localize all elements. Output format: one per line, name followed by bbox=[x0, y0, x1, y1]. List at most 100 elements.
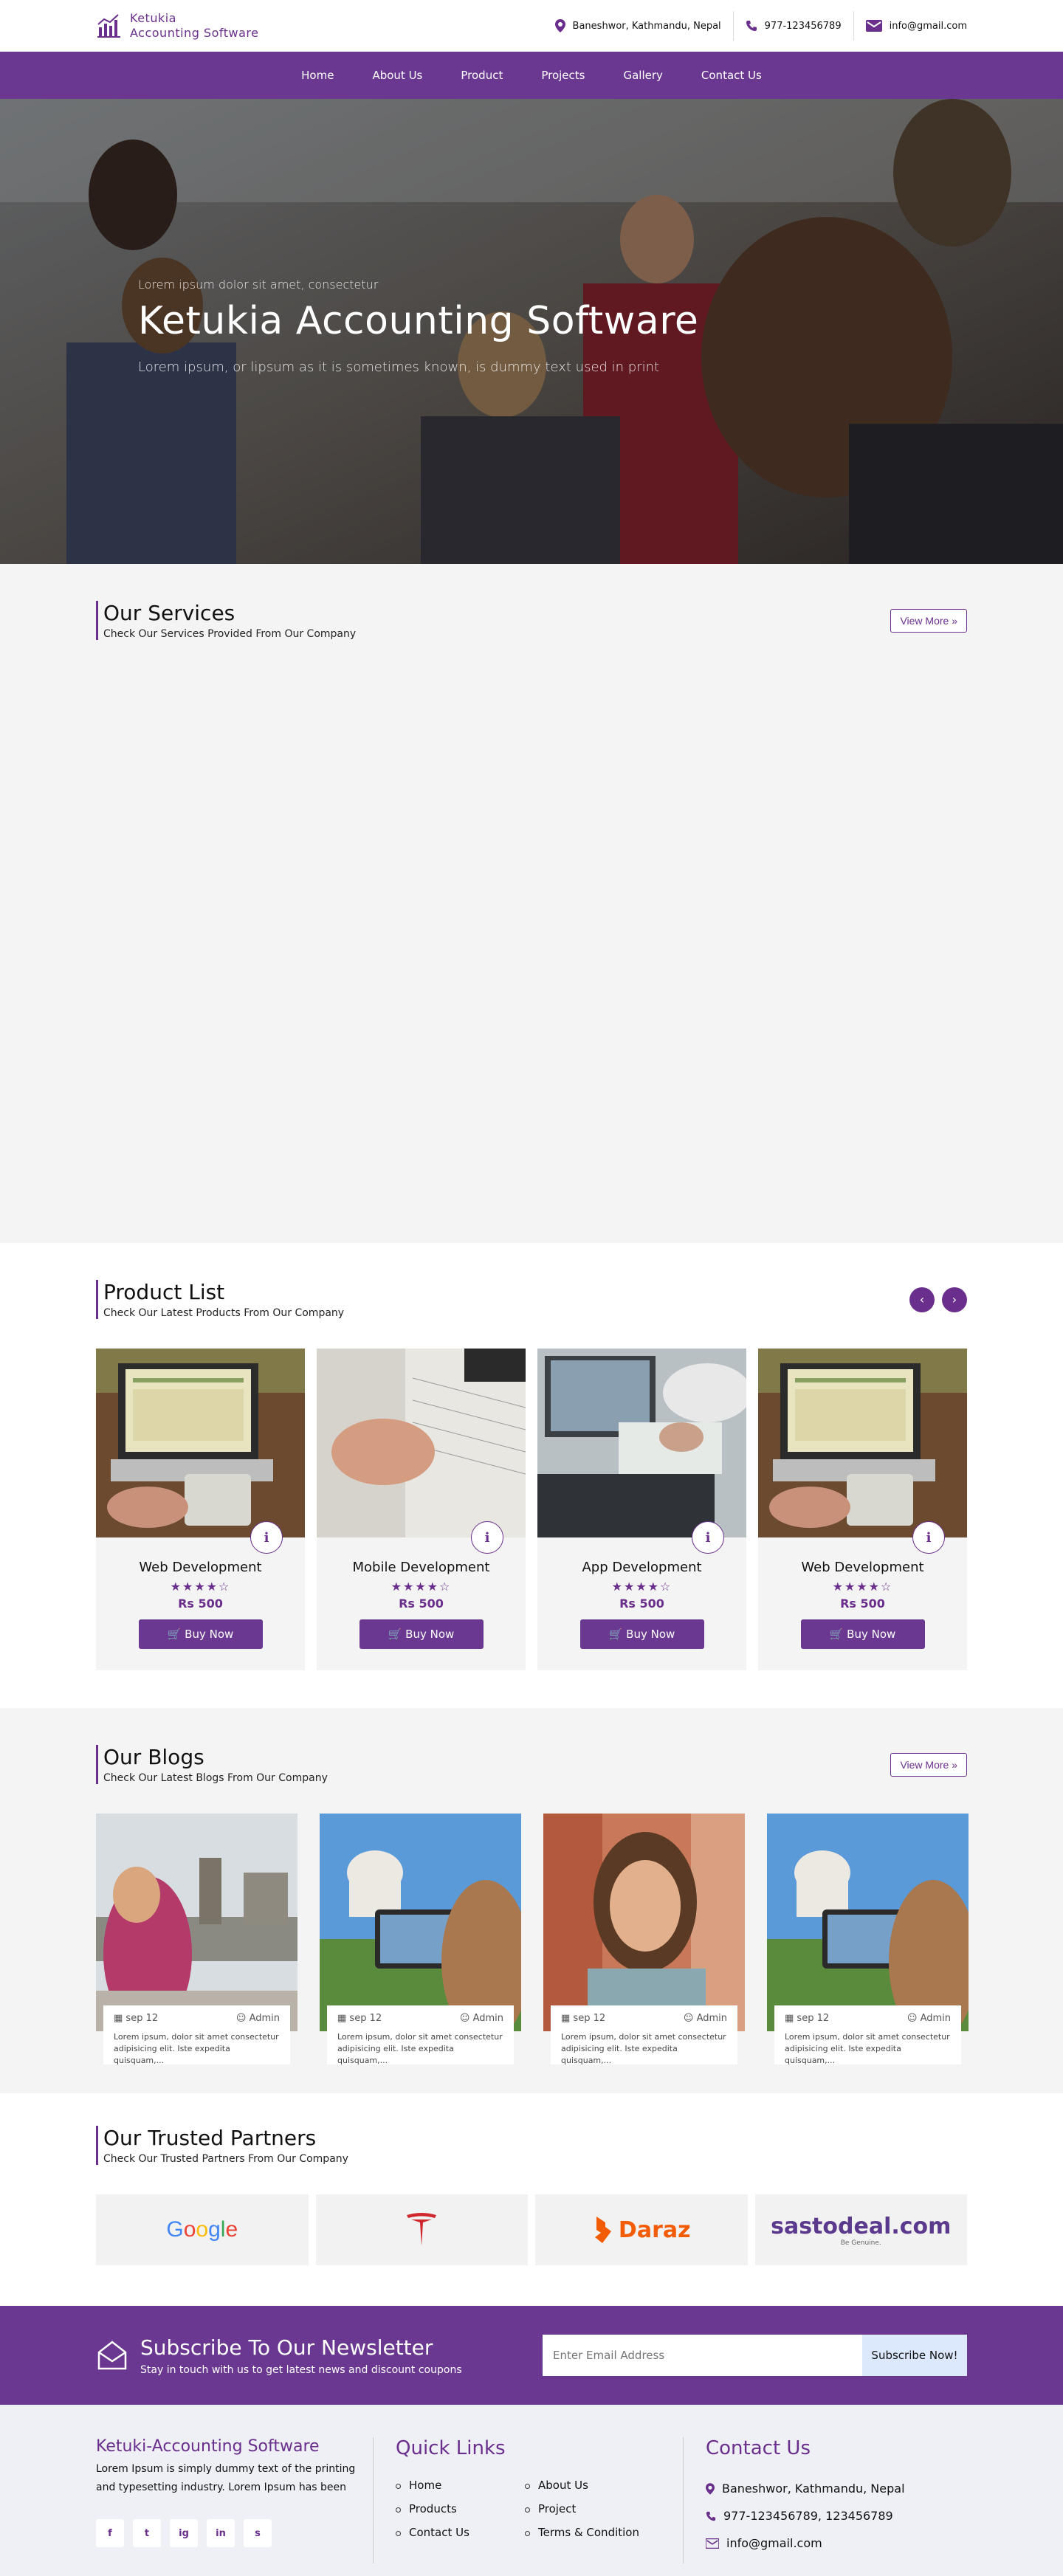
blog-info: ▦ sep 12 ☺ Admin Lorem ipsum, dolor sit … bbox=[551, 2005, 737, 2065]
footer-email[interactable]: info@gmail.com bbox=[706, 2536, 967, 2550]
blog-date: ▦ sep 12 bbox=[561, 2013, 605, 2024]
buy-now-label: Buy Now bbox=[405, 1628, 455, 1641]
brand-name-line2: Accounting Software bbox=[130, 26, 259, 40]
buy-now-label: Buy Now bbox=[626, 1628, 675, 1641]
top-phone[interactable]: 977-123456789 bbox=[732, 11, 853, 41]
blog-card[interactable]: ▦ sep 12 ☺ Admin Lorem ipsum, dolor sit … bbox=[543, 1814, 745, 2065]
top-phone-text: 977-123456789 bbox=[764, 20, 842, 32]
nav-product[interactable]: Product bbox=[441, 69, 522, 82]
chevron-left-icon: ‹ bbox=[919, 1292, 925, 1306]
brand-name-line1: Ketukia bbox=[130, 11, 176, 25]
cart-icon: 🛒 bbox=[608, 1628, 627, 1641]
buy-now-button[interactable]: 🛒 Buy Now bbox=[359, 1619, 484, 1649]
top-email[interactable]: info@gmail.com bbox=[853, 11, 967, 41]
product-info-button[interactable]: i bbox=[692, 1521, 724, 1554]
product-card: i Web Development ★★★★☆ Rs 500 🛒 Buy Now bbox=[96, 1349, 305, 1670]
blog-info: ▦ sep 12 ☺ Admin Lorem ipsum, dolor sit … bbox=[774, 2005, 961, 2065]
nav-home[interactable]: Home bbox=[282, 69, 353, 82]
instagram-icon[interactable]: ig bbox=[170, 2519, 198, 2547]
newsletter-email-input[interactable] bbox=[543, 2335, 862, 2376]
services-view-more-button[interactable]: View More » bbox=[890, 608, 967, 633]
subscribe-button[interactable]: Subscribe Now! bbox=[862, 2335, 967, 2376]
footer-link-products[interactable]: Products bbox=[396, 2502, 525, 2515]
buy-now-button[interactable]: 🛒 Buy Now bbox=[138, 1619, 263, 1649]
calendar-icon: ▦ bbox=[337, 2013, 350, 2024]
top-contacts: Baneshwor, Kathmandu, Nepal 977-12345678… bbox=[543, 11, 967, 41]
footer-link-terms[interactable]: Terms & Condition bbox=[525, 2526, 654, 2539]
carousel-next-button[interactable]: › bbox=[942, 1287, 967, 1312]
nav-projects[interactable]: Projects bbox=[522, 69, 604, 82]
buy-now-button[interactable]: 🛒 Buy Now bbox=[579, 1619, 704, 1649]
brand-logo[interactable]: Ketukia Accounting Software bbox=[96, 11, 258, 41]
footer-link-about-us[interactable]: About Us bbox=[525, 2479, 654, 2492]
product-price: Rs 500 bbox=[840, 1597, 885, 1611]
info-icon: i bbox=[705, 1529, 711, 1546]
partners-section: Our Trusted Partners Check Our Trusted P… bbox=[0, 2093, 1063, 2306]
nav-contact-us[interactable]: Contact Us bbox=[682, 69, 781, 82]
blog-author-text: Admin bbox=[696, 2013, 727, 2024]
linkedin-icon[interactable]: in bbox=[207, 2519, 235, 2547]
footer-brand: Ketuki-Accounting Software bbox=[96, 2437, 320, 2456]
product-info-button[interactable]: i bbox=[471, 1521, 503, 1554]
newsletter-form: Subscribe Now! bbox=[543, 2335, 967, 2376]
product-price: Rs 500 bbox=[399, 1597, 444, 1611]
footer-link-home[interactable]: Home bbox=[396, 2479, 525, 2492]
user-icon: ☺ bbox=[907, 2013, 921, 2024]
partner-google[interactable]: Google bbox=[96, 2194, 309, 2265]
partner-sastodeal[interactable]: sastodeal.com Be Genuine. bbox=[754, 2194, 967, 2265]
services-subtitle: Check Our Services Provided From Our Com… bbox=[103, 628, 357, 640]
quick-links-title: Quick Links bbox=[396, 2437, 506, 2459]
products-subtitle: Check Our Latest Products From Our Compa… bbox=[103, 1307, 345, 1319]
nav-about-us[interactable]: About Us bbox=[353, 69, 441, 82]
footer-link-contact-us[interactable]: Contact Us bbox=[396, 2526, 525, 2539]
blogs-heading: Our Blogs Check Our Latest Blogs From Ou… bbox=[96, 1745, 328, 1784]
footer: Ketuki-Accounting Software Lorem Ipsum i… bbox=[0, 2405, 1063, 2576]
products-title: Product List bbox=[103, 1280, 225, 1304]
blog-author-text: Admin bbox=[920, 2013, 951, 2024]
footer-quick-links: Quick Links Home About Us Products Proje… bbox=[373, 2437, 683, 2563]
footer-link-project[interactable]: Project bbox=[525, 2502, 654, 2515]
top-address-text: Baneshwor, Kathmandu, Nepal bbox=[572, 20, 721, 32]
product-card: i Mobile Development ★★★★☆ Rs 500 🛒 Buy … bbox=[317, 1349, 526, 1670]
blog-date-text: sep 12 bbox=[573, 2013, 606, 2024]
info-icon: i bbox=[926, 1529, 932, 1546]
partner-logos: Google Daraz sastodeal.com Be Genuine. bbox=[96, 2194, 967, 2265]
product-name: App Development bbox=[582, 1560, 702, 1575]
product-info-button[interactable]: i bbox=[912, 1521, 945, 1554]
blog-excerpt: Lorem ipsum, dolor sit amet consectetur … bbox=[114, 2032, 279, 2065]
product-image bbox=[317, 1349, 526, 1537]
partner-tesla[interactable] bbox=[315, 2194, 528, 2265]
daraz-logo-text: Daraz bbox=[618, 2217, 691, 2243]
envelope-icon bbox=[865, 20, 882, 32]
product-info-button[interactable]: i bbox=[250, 1521, 283, 1554]
buy-now-button[interactable]: 🛒 Buy Now bbox=[800, 1619, 925, 1649]
buy-now-label: Buy Now bbox=[185, 1628, 234, 1641]
sastodeal-logo-text: sastodeal.com bbox=[771, 2213, 952, 2239]
map-pin-icon bbox=[554, 19, 565, 32]
cart-icon: 🛒 bbox=[829, 1628, 847, 1641]
carousel-prev-button[interactable]: ‹ bbox=[909, 1287, 935, 1312]
twitter-icon[interactable]: t bbox=[133, 2519, 161, 2547]
top-email-text: info@gmail.com bbox=[889, 20, 967, 32]
blogs-view-more-button[interactable]: View More » bbox=[890, 1752, 967, 1777]
nav-gallery[interactable]: Gallery bbox=[604, 69, 681, 82]
blog-card[interactable]: ▦ sep 12 ☺ Admin Lorem ipsum, dolor sit … bbox=[767, 1814, 977, 2065]
partner-daraz[interactable]: Daraz bbox=[535, 2194, 748, 2265]
product-image bbox=[758, 1349, 967, 1537]
info-icon: i bbox=[484, 1529, 490, 1546]
brand-name: Ketukia Accounting Software bbox=[130, 11, 258, 41]
footer-phone[interactable]: 977-123456789, 123456789 bbox=[706, 2509, 967, 2523]
blog-excerpt: Lorem ipsum, dolor sit amet consectetur … bbox=[337, 2032, 503, 2065]
google-logo: Google bbox=[166, 2217, 238, 2242]
blog-date: ▦ sep 12 bbox=[114, 2013, 158, 2024]
product-rating: ★★★★☆ bbox=[391, 1580, 452, 1594]
info-icon: i bbox=[264, 1529, 269, 1546]
footer-email-text: info@gmail.com bbox=[726, 2536, 822, 2550]
blog-date-text: sep 12 bbox=[349, 2013, 382, 2024]
skype-icon[interactable]: s bbox=[244, 2519, 272, 2547]
blog-card[interactable]: ▦ sep 12 ☺ Admin Lorem ipsum, dolor sit … bbox=[320, 1814, 530, 2065]
blog-author: ☺ Admin bbox=[460, 2013, 503, 2024]
blog-card[interactable]: ▦ sep 12 ☺ Admin Lorem ipsum, dolor sit … bbox=[96, 1814, 297, 2065]
partners-title: Our Trusted Partners bbox=[103, 2126, 317, 2150]
facebook-icon[interactable]: f bbox=[96, 2519, 124, 2547]
